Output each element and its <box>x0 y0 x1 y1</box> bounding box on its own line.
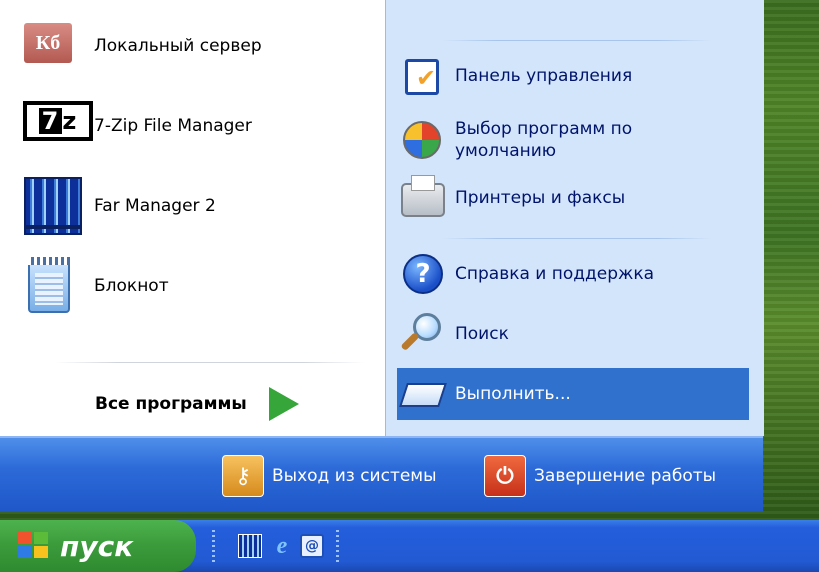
email-icon[interactable]: @ <box>298 532 326 560</box>
taskbar: пуск e @ <box>0 520 819 572</box>
control-panel-item[interactable]: Панель управления <box>397 50 749 102</box>
default-programs-item[interactable]: Выбор программ по умолчанию <box>397 112 749 168</box>
far-manager-icon <box>22 177 82 235</box>
printer-icon <box>399 173 449 223</box>
windows-logo-icon <box>18 532 50 560</box>
logoff-label: Выход из системы <box>272 466 437 486</box>
program-far-manager[interactable]: Far Manager 2 <box>22 176 372 236</box>
7zip-icon: 7z <box>22 97 93 155</box>
search-icon <box>399 309 449 359</box>
start-button[interactable]: пуск <box>0 520 196 572</box>
toolbar-grip[interactable] <box>212 530 215 564</box>
power-icon: ⏻ <box>484 455 526 497</box>
far-manager-icon[interactable] <box>236 532 264 560</box>
program-label: Блокнот <box>94 276 169 296</box>
default-programs-icon <box>399 115 449 165</box>
item-label: Принтеры и факсы <box>455 188 626 208</box>
run-item[interactable]: Выполнить... <box>397 368 749 420</box>
server-icon: Кб <box>22 17 80 75</box>
toolbar-grip[interactable] <box>336 530 339 564</box>
internet-explorer-icon[interactable]: e <box>268 532 296 560</box>
start-menu-footer: ⚷ Выход из системы ⏻ Завершение работы <box>0 436 763 512</box>
program-label: Локальный сервер <box>94 36 262 56</box>
start-label: пуск <box>60 529 134 563</box>
printers-item[interactable]: Принтеры и факсы <box>397 172 749 224</box>
item-label: Панель управления <box>455 66 633 86</box>
help-item[interactable]: ? Справка и поддержка <box>397 248 749 300</box>
program-label: Far Manager 2 <box>94 196 216 216</box>
right-separator <box>442 238 712 239</box>
control-panel-icon <box>399 51 449 101</box>
search-item[interactable]: Поиск <box>397 308 749 360</box>
key-icon: ⚷ <box>222 455 264 497</box>
shutdown-button[interactable]: ⏻ Завершение работы <box>484 454 716 498</box>
help-icon: ? <box>399 249 449 299</box>
left-separator <box>55 362 365 363</box>
green-arrow-icon <box>268 387 299 421</box>
program-7zip[interactable]: 7z 7-Zip File Manager <box>22 96 372 156</box>
run-icon <box>399 369 449 419</box>
notepad-icon <box>22 257 80 315</box>
right-separator <box>442 40 712 41</box>
program-notepad[interactable]: Блокнот <box>22 256 372 316</box>
item-label: Выбор программ по умолчанию <box>455 119 633 161</box>
item-label: Выполнить... <box>455 384 571 404</box>
program-label: 7-Zip File Manager <box>94 116 252 136</box>
item-label: Справка и поддержка <box>455 264 655 284</box>
shutdown-label: Завершение работы <box>534 466 717 486</box>
all-programs-label: Все программы <box>95 394 247 414</box>
all-programs-button[interactable]: Все программы <box>95 380 355 428</box>
item-label: Поиск <box>455 324 509 344</box>
logoff-button[interactable]: ⚷ Выход из системы <box>222 454 437 498</box>
program-local-server[interactable]: Кб Локальный сервер <box>22 16 372 76</box>
